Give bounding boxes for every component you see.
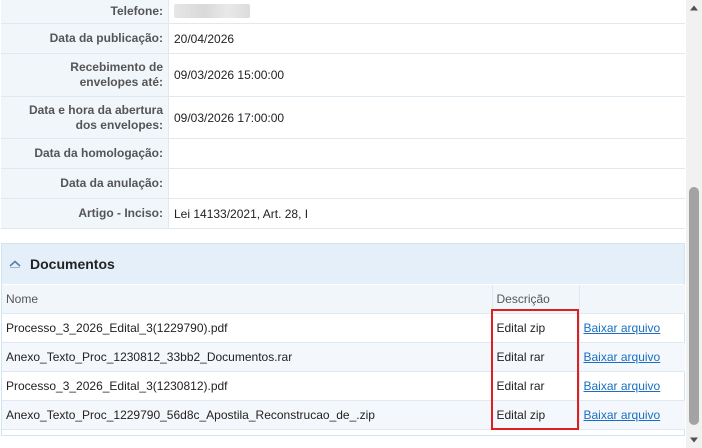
download-link[interactable]: Baixar arquivo	[584, 350, 661, 364]
homologacao-label: Data da homologação:	[1, 139, 169, 168]
table-row: Anexo_Texto_Proc_1229790_56d8c_Apostila_…	[2, 400, 685, 430]
download-link[interactable]: Baixar arquivo	[584, 379, 661, 393]
anulacao-value	[174, 169, 685, 198]
documents-header-row: Nome Descrição	[2, 285, 685, 314]
row-recebimento: Recebimento de envelopes até: 09/03/2026 …	[1, 54, 685, 97]
telefone-label: Telefone:	[1, 0, 169, 23]
publicacao-value: 20/04/2026	[174, 31, 235, 46]
details-table: Telefone: Data da publicação: 20/04/2026…	[1, 0, 685, 229]
document-description: Edital zip	[491, 313, 579, 343]
row-anulacao: Data da anulação:	[1, 169, 685, 199]
header-descricao[interactable]: Descrição	[491, 285, 579, 314]
document-description: Edital rar	[491, 371, 579, 401]
anulacao-label: Data da anulação:	[1, 169, 169, 198]
document-name: Processo_3_2026_Edital_3(1229790).pdf	[2, 313, 492, 343]
header-acao	[578, 285, 685, 314]
table-row: Processo_3_2026_Edital_3(1230812).pdf Ed…	[2, 371, 685, 401]
recebimento-label: Recebimento de envelopes até:	[1, 54, 169, 96]
redacted-phone	[174, 3, 250, 18]
chevron-up-icon[interactable]	[9, 257, 23, 271]
document-description: Edital rar	[491, 342, 579, 372]
table-row: Anexo_Texto_Proc_1230812_33bb2_Documento…	[2, 342, 685, 372]
table-row: Processo_3_2026_Edital_3(1229790).pdf Ed…	[2, 313, 685, 343]
row-abertura: Data e hora da abertura dos envelopes: 09…	[1, 97, 685, 139]
abertura-label-line1: Data e hora da abertura	[28, 102, 163, 117]
document-name: Processo_3_2026_Edital_3(1230812).pdf	[2, 371, 492, 401]
header-nome[interactable]: Nome	[2, 285, 492, 314]
triangle-down-icon[interactable]	[686, 432, 702, 448]
recebimento-label-line1: Recebimento de	[70, 60, 163, 74]
document-action-cell: Baixar arquivo	[578, 342, 685, 372]
document-description: Edital zip	[491, 400, 579, 430]
artigo-label: Artigo - Inciso:	[1, 199, 169, 228]
abertura-label: Data e hora da abertura dos envelopes:	[1, 97, 169, 138]
recebimento-label-line2: envelopes até:	[79, 75, 163, 89]
documents-table: Nome Descrição Processo_3_2026_Edital_3(…	[2, 285, 685, 430]
homologacao-value	[174, 139, 685, 168]
vertical-scrollbar[interactable]	[686, 0, 702, 448]
document-action-cell: Baixar arquivo	[578, 313, 685, 343]
download-link[interactable]: Baixar arquivo	[584, 321, 661, 335]
document-name: Anexo_Texto_Proc_1230812_33bb2_Documento…	[2, 342, 492, 372]
documents-title: Documentos	[30, 256, 115, 272]
artigo-value: Lei 14133/2021, Art. 28, I	[174, 206, 309, 221]
publicacao-label: Data da publicação:	[1, 24, 169, 53]
document-action-cell: Baixar arquivo	[578, 400, 685, 430]
documents-panel-header[interactable]: Documentos	[2, 244, 684, 284]
row-publicacao: Data da publicação: 20/04/2026	[1, 24, 685, 54]
document-action-cell: Baixar arquivo	[578, 371, 685, 401]
document-name: Anexo_Texto_Proc_1229790_56d8c_Apostila_…	[2, 400, 492, 430]
scrollbar-thumb[interactable]	[689, 187, 699, 425]
telefone-value	[174, 0, 685, 23]
row-telefone: Telefone:	[1, 0, 685, 24]
abertura-value: 09/03/2026 17:00:00	[174, 110, 285, 125]
recebimento-value: 09/03/2026 15:00:00	[174, 68, 285, 82]
download-link[interactable]: Baixar arquivo	[584, 408, 661, 422]
row-artigo: Artigo - Inciso: Lei 14133/2021, Art. 28…	[1, 199, 685, 229]
triangle-up-icon[interactable]	[686, 0, 702, 16]
documents-panel: Documentos Nome Descrição Processo_3_202…	[1, 243, 685, 436]
abertura-label-line2: dos envelopes:	[75, 117, 163, 132]
page-content: Telefone: Data da publicação: 20/04/2026…	[0, 0, 686, 448]
row-homologacao: Data da homologação:	[1, 139, 685, 169]
